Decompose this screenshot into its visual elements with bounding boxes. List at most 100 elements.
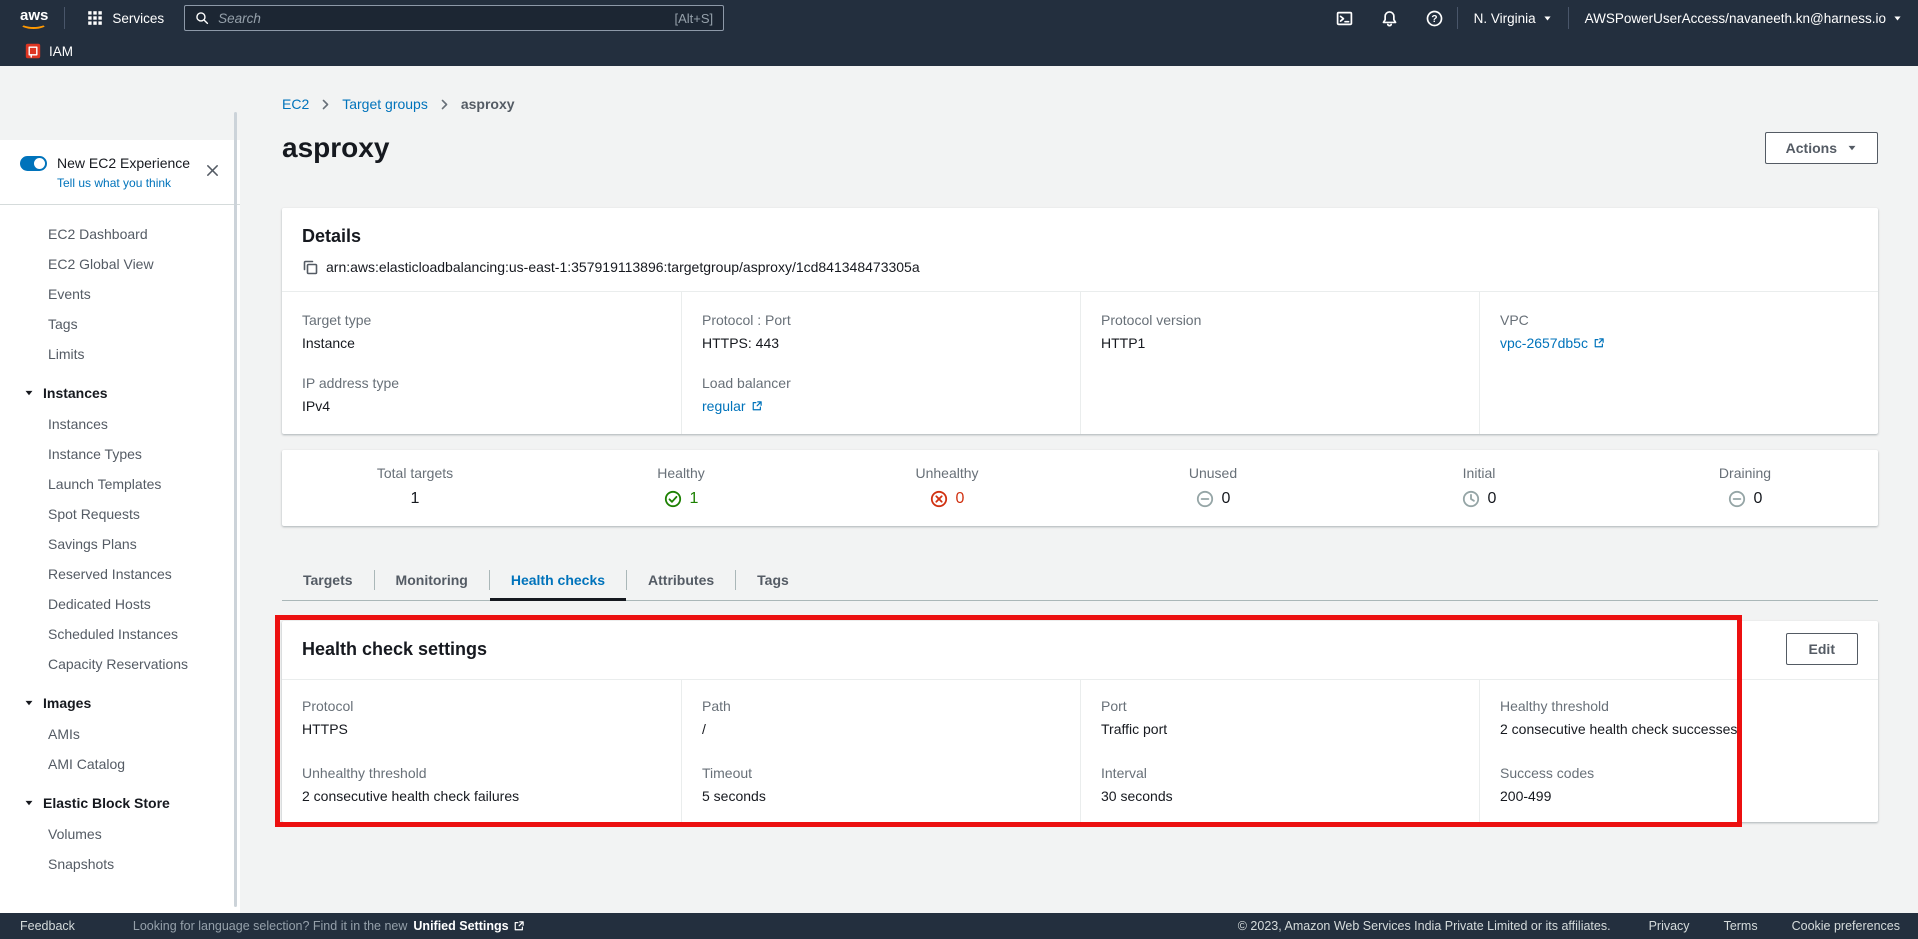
svg-text:?: ? [1431, 13, 1437, 24]
feedback-button[interactable]: Feedback [20, 919, 75, 933]
notifications-bell-icon [1381, 10, 1398, 27]
sidebar-item-tags[interactable]: Tags [0, 309, 240, 339]
counter-unused: Unused0 [1080, 465, 1346, 508]
sidebar-item-limits[interactable]: Limits [0, 339, 240, 369]
sidebar-item-savings-plans[interactable]: Savings Plans [0, 529, 240, 559]
field-value-vpc[interactable]: vpc-2657db5c [1500, 335, 1858, 351]
notifications-button[interactable] [1367, 0, 1412, 36]
sidebar-item-spot-requests[interactable]: Spot Requests [0, 499, 240, 529]
sidebar-item-scheduled-instances[interactable]: Scheduled Instances [0, 619, 240, 649]
sidebar-item-volumes[interactable]: Volumes [0, 819, 240, 849]
counter-value: 0 [1754, 490, 1763, 508]
tell-us-link[interactable]: Tell us what you think [57, 176, 171, 190]
global-search-input[interactable]: Search [Alt+S] [184, 5, 724, 31]
copy-icon [302, 259, 318, 275]
sidebar-item-dedicated-hosts[interactable]: Dedicated Hosts [0, 589, 240, 619]
cloudshell-button[interactable] [1322, 0, 1367, 36]
sidebar-item-instance-types[interactable]: Instance Types [0, 439, 240, 469]
field-target-type: Target typeInstance [302, 312, 661, 351]
topnav-divider [64, 7, 65, 29]
language-hint-text: Looking for language selection? Find it … [133, 919, 408, 933]
new-experience-label: New EC2 Experience [57, 155, 190, 171]
services-grid-icon [87, 10, 103, 26]
sidebar-item-instances[interactable]: Instances [0, 409, 240, 439]
sidebar-item-launch-templates[interactable]: Launch Templates [0, 469, 240, 499]
footer-link-terms[interactable]: Terms [1724, 919, 1758, 933]
copy-arn-button[interactable] [302, 259, 318, 275]
sidebar-item-ec2-global-view[interactable]: EC2 Global View [0, 249, 240, 279]
breadcrumb-current: asproxy [461, 96, 515, 112]
field-label: Success codes [1500, 765, 1858, 781]
field-protocol: ProtocolHTTPS [302, 698, 661, 737]
sidebar-spacer [0, 66, 240, 140]
region-selector[interactable]: N. Virginia [1458, 0, 1568, 36]
edit-button[interactable]: Edit [1786, 633, 1858, 665]
field-value-load-balancer[interactable]: regular [702, 398, 1060, 414]
field-protocol-port: Protocol : Port HTTPS: 443 [702, 312, 1060, 351]
field-column: Protocol versionHTTP1 [1080, 292, 1479, 434]
sidebar-item-reserved-instances[interactable]: Reserved Instances [0, 559, 240, 589]
sidebar-item-amis[interactable]: AMIs [0, 719, 240, 749]
field-interval: Interval30 seconds [1101, 765, 1459, 804]
tab-targets[interactable]: Targets [282, 560, 374, 600]
field-protocol-version: Protocol versionHTTP1 [1101, 312, 1459, 351]
health-check-settings-title: Health check settings [302, 639, 487, 660]
footer-link-cookie-preferences[interactable]: Cookie preferences [1792, 919, 1900, 933]
field-column: Healthy threshold2 consecutive health ch… [1479, 680, 1878, 822]
field-label: Target type [302, 312, 661, 328]
field-value-interval: 30 seconds [1101, 788, 1459, 804]
counter-draining: Draining0 [1612, 465, 1878, 508]
breadcrumb-ec2[interactable]: EC2 [282, 96, 309, 112]
tab-monitoring[interactable]: Monitoring [375, 560, 489, 600]
services-menu-button[interactable]: Services [79, 0, 172, 36]
counter-value: 0 [956, 490, 965, 508]
field-value-protocol-port: HTTPS: 443 [702, 335, 1060, 351]
aws-logo[interactable]: aws [20, 7, 48, 29]
account-menu[interactable]: AWSPowerUserAccess/navaneeth.kn@harness.… [1569, 0, 1918, 36]
sidebar-item-capacity-reservations[interactable]: Capacity Reservations [0, 649, 240, 679]
health-check-fields: ProtocolHTTPS Unhealthy threshold2 consec… [282, 679, 1878, 822]
close-panel-button[interactable] [199, 162, 226, 182]
chevron-down-icon [24, 388, 34, 398]
footer-links: Privacy Terms Cookie preferences [1649, 919, 1900, 933]
field-unhealthy-threshold: Unhealthy threshold2 consecutive health … [302, 765, 661, 804]
counter-healthy: Healthy1 [548, 465, 814, 508]
tab-health-checks[interactable]: Health checks [490, 560, 626, 600]
new-experience-toggle[interactable] [20, 156, 47, 171]
field-label: Port [1101, 698, 1459, 714]
field-value-success-codes: 200-499 [1500, 788, 1858, 804]
chevron-down-icon [24, 798, 34, 808]
field-column: Protocol : PortHTTPS: 443Load balancerre… [681, 292, 1080, 434]
edit-label: Edit [1809, 641, 1835, 657]
aws-logo-text: aws [20, 7, 48, 24]
actions-button[interactable]: Actions [1765, 132, 1878, 164]
target-counters-card: Total targets1Healthy1Unhealthy0Unused0I… [282, 450, 1878, 526]
console-footer: Feedback Looking for language selection?… [0, 913, 1918, 939]
iam-service-icon [25, 43, 41, 59]
unified-settings-link[interactable]: Unified Settings [413, 919, 524, 933]
sidebar-item-ec2-dashboard[interactable]: EC2 Dashboard [0, 219, 240, 249]
sidebar-item-events[interactable]: Events [0, 279, 240, 309]
field-column: VPCvpc-2657db5c [1479, 292, 1878, 434]
field-timeout: Timeout5 seconds [702, 765, 1060, 804]
field-column: Target typeInstanceIP address typeIPv4 [282, 292, 681, 434]
tab-attributes[interactable]: Attributes [627, 560, 735, 600]
sidebar-item-ami-catalog[interactable]: AMI Catalog [0, 749, 240, 779]
breadcrumb-target-groups[interactable]: Target groups [342, 96, 428, 112]
sidebar-item-snapshots[interactable]: Snapshots [0, 849, 240, 879]
field-value-protocol-version: HTTP1 [1101, 335, 1459, 351]
main-content: EC2 Target groups asproxy asproxy Action… [240, 66, 1918, 913]
sidebar-section-images[interactable]: Images [0, 679, 240, 719]
help-button[interactable]: ? [1412, 0, 1457, 36]
iam-service-link[interactable]: IAM [49, 44, 73, 59]
sidebar-section-instances[interactable]: Instances [0, 369, 240, 409]
search-icon [195, 11, 209, 25]
footer-link-privacy[interactable]: Privacy [1649, 919, 1690, 933]
details-card: Details arn:aws:elasticloadbalancing:us-… [282, 208, 1878, 434]
details-title: Details [302, 226, 1858, 247]
counter-label: Healthy [548, 465, 814, 481]
field-label: Protocol : Port [702, 312, 1060, 328]
field-value-protocol: HTTPS [302, 721, 661, 737]
sidebar-section-elastic-block-store[interactable]: Elastic Block Store [0, 779, 240, 819]
tab-tags[interactable]: Tags [736, 560, 810, 600]
